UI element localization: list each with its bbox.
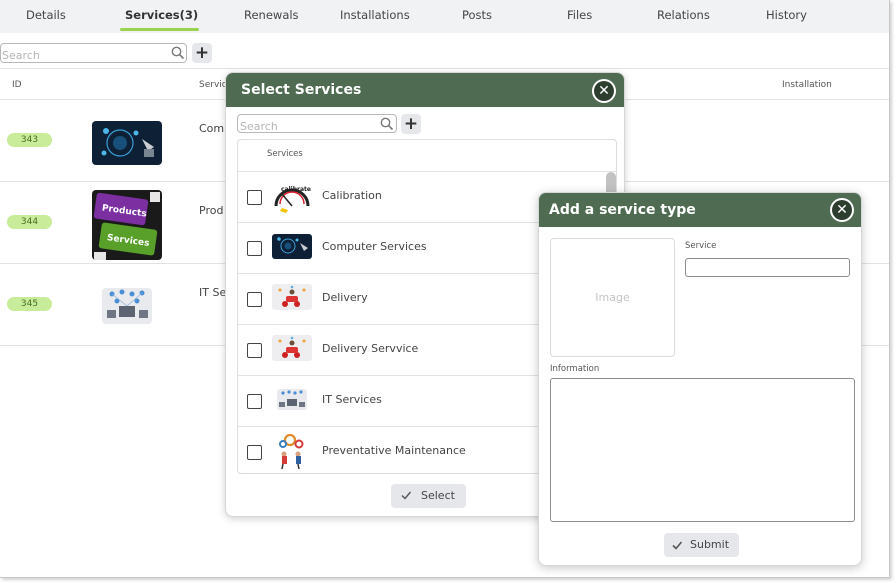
list-header: Services (238, 140, 616, 172)
service-name: IT Se (199, 286, 227, 299)
tab-history[interactable]: History (766, 8, 807, 22)
tab-files[interactable]: Files (567, 8, 592, 22)
information-textarea[interactable] (550, 378, 855, 522)
it-services-network-image (277, 389, 307, 410)
svg-text:calibrate: calibrate (281, 186, 311, 193)
column-header-id: ID (12, 80, 22, 90)
computer-services-image (92, 121, 162, 165)
service-name-input[interactable] (685, 258, 850, 277)
service-name: Com (199, 122, 225, 135)
service-name: IT Services (322, 393, 382, 406)
close-button[interactable]: ✕ (592, 79, 616, 103)
service-checkbox[interactable] (247, 343, 262, 358)
select-button[interactable]: Select (391, 484, 466, 508)
add-service-type-button[interactable]: + (401, 114, 421, 134)
service-name: Prod (199, 204, 224, 217)
add-service-type-dialog: Add a service type ✕ Image Service Infor… (538, 192, 862, 566)
close-icon: ✕ (594, 81, 614, 101)
id-badge: 344 (7, 215, 52, 229)
service-field-label: Service (685, 241, 717, 251)
search-field (0, 43, 187, 65)
image-placeholder-text: Image (595, 291, 630, 304)
delivery-scooter-image (272, 284, 312, 310)
service-checkbox[interactable] (247, 445, 262, 460)
search-field (237, 114, 397, 135)
column-header-service: Servic (199, 80, 227, 90)
tab-installations[interactable]: Installations (340, 8, 410, 22)
calibration-gauge-image: calibrate (272, 180, 312, 214)
dialog-header: Add a service type ✕ (539, 193, 861, 227)
submit-button[interactable]: Submit (664, 533, 739, 557)
products-services-keyboard-image: Products Services (92, 190, 162, 260)
service-name: Computer Services (322, 240, 427, 253)
maintenance-gears-image (274, 432, 308, 470)
service-name: Delivery Servvice (322, 342, 419, 355)
tab-renewals[interactable]: Renewals (244, 8, 299, 22)
tab-details[interactable]: Details (26, 8, 66, 22)
id-badge: 345 (7, 297, 52, 311)
checkmark-icon (401, 491, 412, 500)
service-name: Preventative Maintenance (322, 444, 466, 457)
tab-services[interactable]: Services(3) (125, 8, 198, 22)
search-icon[interactable] (380, 117, 394, 131)
service-checkbox[interactable] (247, 190, 262, 205)
id-badge: 343 (7, 133, 52, 147)
close-icon: ✕ (832, 200, 852, 220)
select-button-label: Select (421, 489, 455, 502)
service-checkbox[interactable] (247, 394, 262, 409)
search-input[interactable] (238, 118, 376, 135)
search-input[interactable] (1, 46, 166, 65)
submit-button-label: Submit (690, 538, 730, 551)
dialog-header: Select Services ✕ (226, 73, 624, 107)
checkmark-icon (672, 541, 683, 550)
tab-posts[interactable]: Posts (462, 8, 492, 22)
service-name: Calibration (322, 189, 382, 202)
active-tab-indicator (120, 28, 199, 31)
it-services-network-image (102, 288, 152, 324)
add-service-button[interactable]: + (192, 43, 212, 63)
page-frame: Details Services(3) Renewals Installatio… (0, 0, 890, 578)
plus-icon: + (403, 113, 419, 134)
service-checkbox[interactable] (247, 241, 262, 256)
column-header-installation: Installation (782, 80, 832, 90)
delivery-scooter-image (272, 335, 312, 361)
tab-bar: Details Services(3) Renewals Installatio… (0, 0, 889, 33)
column-header-services: Services (267, 149, 303, 159)
service-name: Delivery (322, 291, 368, 304)
search-icon[interactable] (171, 46, 185, 60)
dialog-title: Select Services (241, 82, 362, 98)
plus-icon: + (194, 42, 210, 63)
close-button[interactable]: ✕ (830, 198, 854, 222)
service-checkbox[interactable] (247, 292, 262, 307)
image-upload-area[interactable]: Image (550, 238, 675, 357)
computer-services-image (272, 234, 312, 259)
dialog-title: Add a service type (549, 202, 696, 218)
information-field-label: Information (550, 364, 600, 374)
tab-relations[interactable]: Relations (657, 8, 710, 22)
